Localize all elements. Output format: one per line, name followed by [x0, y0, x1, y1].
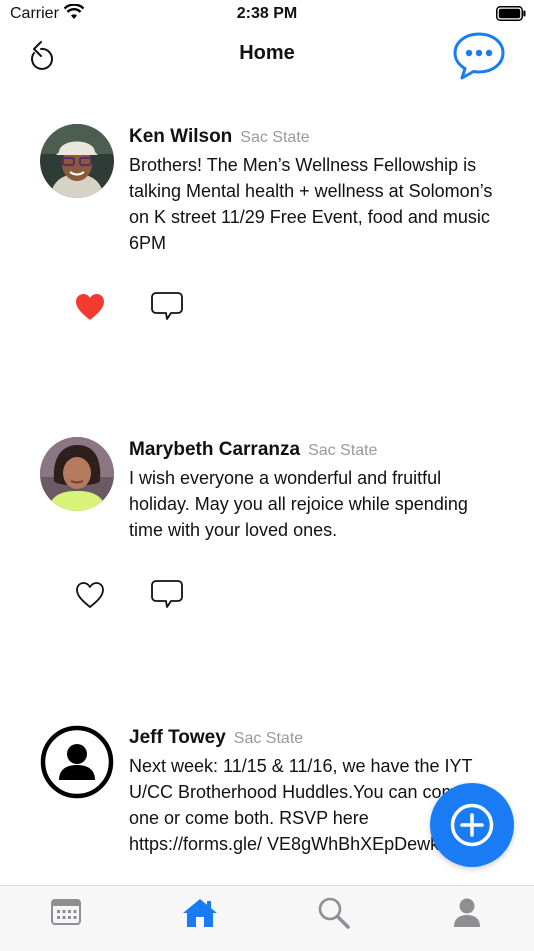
- calendar-icon: [51, 899, 81, 925]
- status-time: 2:38 PM: [236, 5, 298, 22]
- default-avatar-icon: [40, 725, 114, 799]
- comment-icon: [151, 292, 183, 320]
- author-school: Sac State: [233, 730, 304, 747]
- navigation-bar: Home: [0, 28, 534, 84]
- author-school: Sac State: [308, 442, 378, 459]
- post-text: I wish everyone a wonderful and fruitful…: [129, 468, 468, 540]
- tab-profile[interactable]: [449, 896, 489, 932]
- like-button[interactable]: [74, 580, 106, 610]
- comment-icon: [151, 580, 183, 608]
- comment-button[interactable]: [150, 578, 184, 610]
- post-author[interactable]: Marybeth Carranza Sac State: [129, 439, 377, 461]
- messages-button[interactable]: [452, 30, 506, 82]
- person-icon: [454, 898, 480, 927]
- avatar[interactable]: [40, 437, 114, 511]
- post-item: Ken Wilson Sac State Brothers! The Men’s …: [0, 124, 534, 324]
- heart-outline-icon: [76, 582, 104, 608]
- tab-search[interactable]: [316, 896, 356, 932]
- heart-filled-icon: [76, 294, 104, 320]
- like-button[interactable]: [74, 292, 106, 322]
- comment-button[interactable]: [150, 290, 184, 322]
- post-item: Marybeth Carranza Sac State I wish everyo…: [0, 437, 534, 637]
- post-text: Brothers! The Men’s Wellness Fellowship …: [129, 155, 493, 253]
- search-icon: [318, 897, 350, 929]
- tab-calendar[interactable]: [48, 896, 88, 932]
- home-icon: [183, 899, 217, 927]
- author-name: Ken Wilson: [129, 126, 233, 147]
- avatar[interactable]: [40, 124, 114, 198]
- post-feed[interactable]: Ken Wilson Sac State Brothers! The Men’s …: [0, 84, 534, 885]
- tab-bar: [0, 885, 534, 951]
- tab-home[interactable]: [181, 896, 221, 932]
- status-bar: Carrier 2:38 PM: [0, 0, 534, 28]
- author-name: Marybeth Carranza: [129, 439, 301, 460]
- post-author[interactable]: Jeff Towey Sac State: [129, 727, 303, 749]
- avatar[interactable]: [40, 725, 114, 799]
- battery-icon: [496, 6, 526, 21]
- author-school: Sac State: [240, 129, 310, 146]
- plus-circle-icon: [450, 803, 494, 847]
- new-post-button[interactable]: [430, 783, 514, 867]
- chat-bubble-icon: [453, 32, 505, 80]
- author-name: Jeff Towey: [129, 727, 226, 748]
- post-author[interactable]: Ken Wilson Sac State: [129, 126, 310, 148]
